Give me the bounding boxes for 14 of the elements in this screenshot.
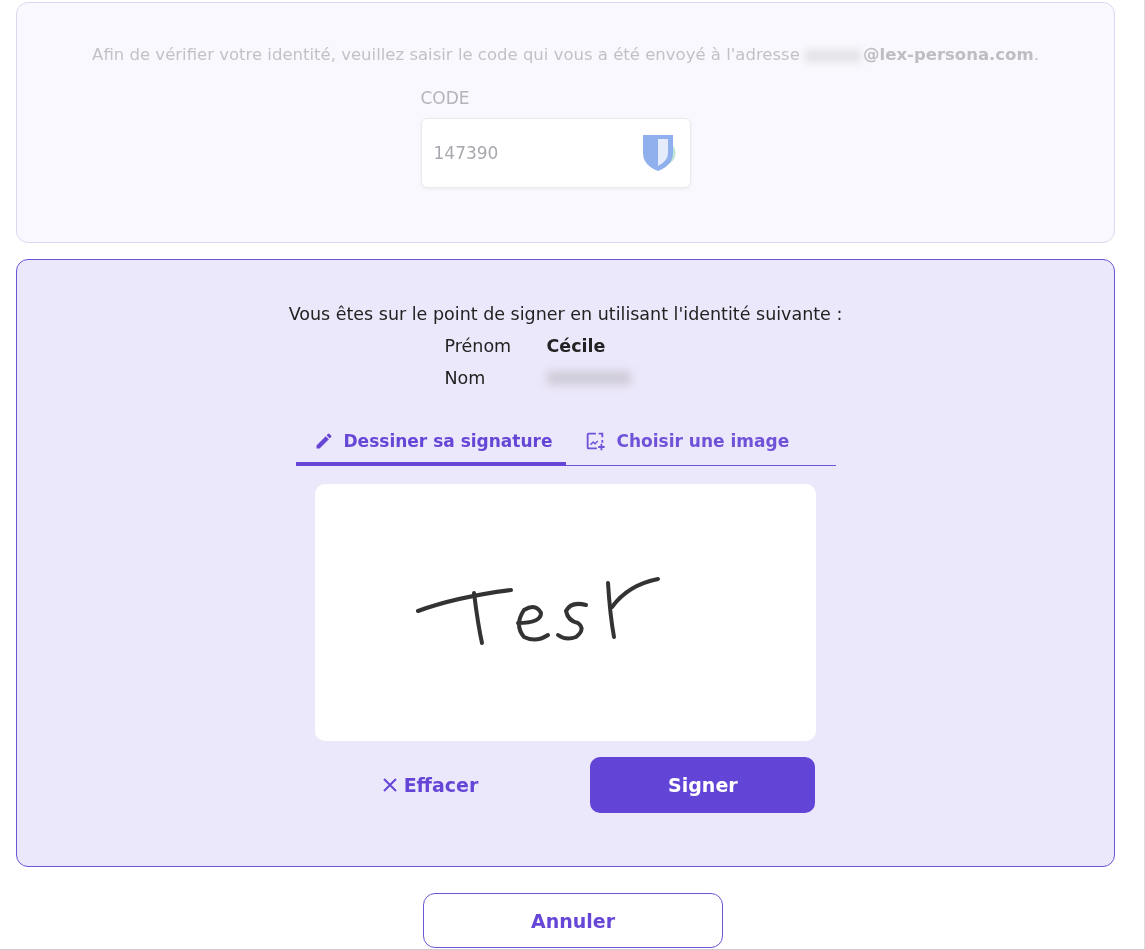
- identity-intro: Vous êtes sur le point de signer en utilisant l'identité suivante :: [288, 304, 843, 324]
- identity-label: Prénom: [444, 336, 513, 356]
- clear-button[interactable]: Effacer: [379, 770, 481, 800]
- tab[interactable]: Dessiner sa signature: [295, 430, 567, 466]
- signature-pad[interactable]: [315, 484, 816, 741]
- tab[interactable]: Choisir une image: [566, 430, 804, 466]
- code-label: CODE: [420, 88, 471, 108]
- identity-label: Nom: [444, 368, 487, 388]
- add-image-icon: [584, 430, 607, 452]
- identity-value: Cécile: [546, 336, 607, 356]
- close-icon: [381, 777, 398, 793]
- verification-message: Afin de vérifier votre identité, veuillez saisir le code qui vous a été envoyé à l'adresse @lex-persona.com.: [92, 45, 1039, 64]
- sign-button[interactable]: Signer: [590, 757, 816, 813]
- cancel-button[interactable]: Annuler: [423, 893, 723, 948]
